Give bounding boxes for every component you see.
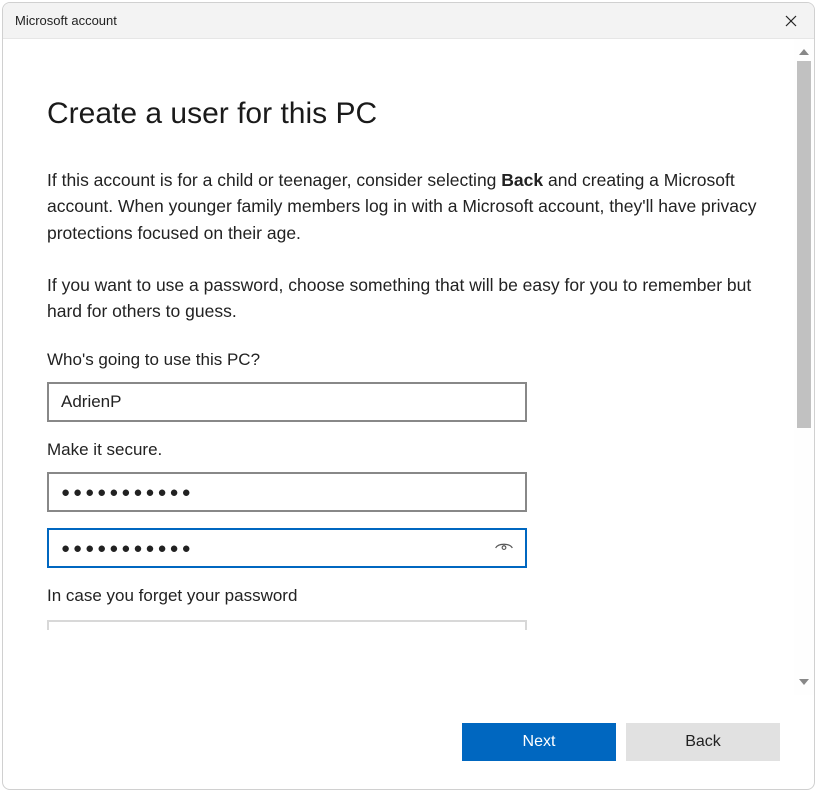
- scrollbar-track[interactable]: [797, 61, 811, 673]
- back-button[interactable]: Back: [626, 723, 780, 761]
- content-area: Create a user for this PC If this accoun…: [3, 39, 794, 695]
- intro-paragraph: If this account is for a child or teenag…: [47, 167, 767, 246]
- password-input[interactable]: ●●●●●●●●●●●: [47, 472, 527, 512]
- close-button[interactable]: [768, 3, 814, 39]
- eye-icon: [494, 538, 514, 558]
- scroll-down-arrow-icon[interactable]: [795, 673, 813, 691]
- password-label: Make it secure.: [47, 440, 794, 460]
- recovery-label: In case you forget your password: [47, 586, 794, 606]
- dialog-footer: Next Back: [3, 695, 814, 789]
- close-icon: [785, 15, 797, 27]
- password-confirm-input[interactable]: ●●●●●●●●●●●: [47, 528, 527, 568]
- username-input[interactable]: [47, 382, 527, 422]
- dialog-window: Microsoft account Create a user for this…: [2, 2, 815, 790]
- password-hint-paragraph: If you want to use a password, choose so…: [47, 272, 767, 325]
- password-mask: ●●●●●●●●●●●: [61, 484, 515, 501]
- intro-bold: Back: [501, 170, 543, 190]
- scroll-up-arrow-icon[interactable]: [795, 43, 813, 61]
- reveal-password-button[interactable]: [493, 537, 515, 559]
- content-row: Create a user for this PC If this accoun…: [3, 39, 814, 695]
- page-heading: Create a user for this PC: [47, 97, 794, 131]
- intro-pre: If this account is for a child or teenag…: [47, 170, 501, 190]
- username-label: Who's going to use this PC?: [47, 350, 794, 370]
- next-button[interactable]: Next: [462, 723, 616, 761]
- security-question-input-partial[interactable]: [47, 620, 527, 630]
- scrollbar-thumb[interactable]: [797, 61, 811, 428]
- password-confirm-mask: ●●●●●●●●●●●: [61, 540, 493, 557]
- vertical-scrollbar[interactable]: [794, 39, 814, 695]
- titlebar: Microsoft account: [3, 3, 814, 39]
- window-title: Microsoft account: [3, 13, 768, 28]
